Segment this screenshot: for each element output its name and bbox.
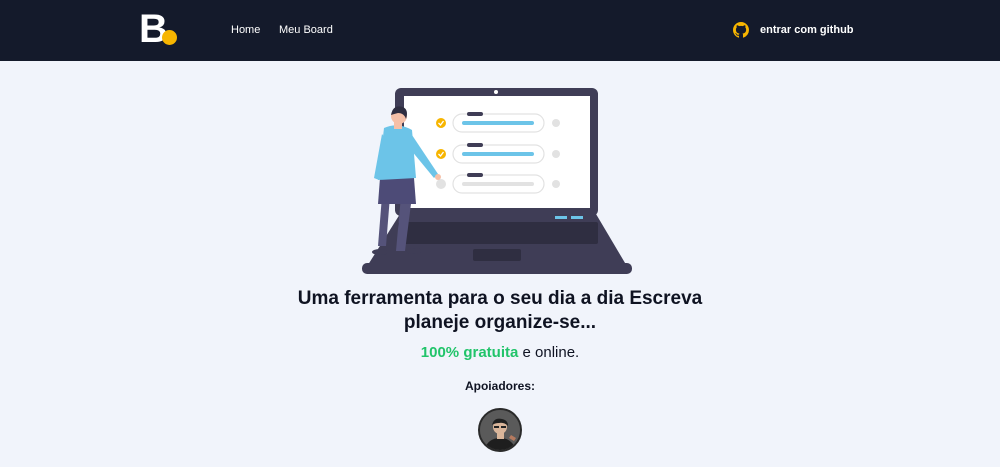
nav-home-link[interactable]: Home [231, 23, 260, 37]
logo-dot-icon [162, 30, 177, 45]
laptop-key-accent-2 [571, 216, 583, 219]
laptop-touchpad [473, 249, 521, 261]
hero-headline: Uma ferramenta para o seu dia a dia Escr… [200, 287, 800, 335]
laptop-keyboard [398, 222, 598, 244]
person-shoe-left [372, 249, 388, 255]
nav-my-board-link[interactable]: Meu Board [279, 23, 333, 37]
brand-logo[interactable]: B [139, 9, 179, 49]
github-login-button[interactable]: entrar com github [733, 20, 854, 40]
top-navbar: B Home Meu Board entrar com github [0, 0, 1000, 61]
github-login-label: entrar com github [760, 24, 854, 36]
laptop-camera [494, 90, 498, 94]
supporters-label: Apoiadores: [464, 379, 535, 393]
hero-headline-line-2: planeje organize-se... [403, 312, 597, 333]
hero-subline-rest: e online. [518, 344, 580, 361]
laptop-key-accent-1 [555, 216, 567, 219]
hero-subline: 100% gratuita e online. [200, 344, 800, 362]
hero-headline-line-1: Uma ferramenta para o seu dia a dia Escr… [297, 288, 703, 309]
hero-subline-accent: 100% gratuita [420, 344, 519, 361]
github-icon [733, 22, 749, 38]
hero-illustration [362, 88, 632, 274]
supporter-avatar-image [480, 410, 520, 450]
person-shoe-right [406, 248, 422, 254]
supporter-avatar[interactable] [478, 408, 522, 452]
